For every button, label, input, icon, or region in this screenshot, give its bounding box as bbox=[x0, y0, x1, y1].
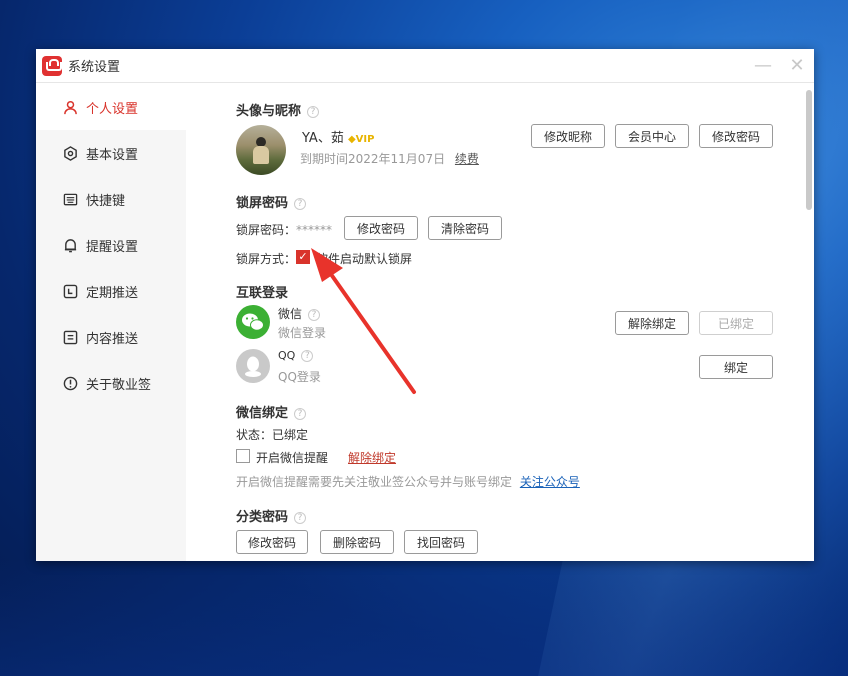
sidebar-item-about[interactable]: 关于敬业签 bbox=[36, 360, 186, 406]
help-icon[interactable]: ? bbox=[307, 105, 320, 118]
sidebar-item-reminders[interactable]: 提醒设置 bbox=[36, 222, 186, 268]
lock-mode-label: 锁屏方式： bbox=[236, 252, 297, 266]
category-delete-password-button[interactable]: 删除密码 bbox=[320, 530, 394, 554]
section-title-lock: 锁屏密码? bbox=[236, 192, 307, 211]
sidebar: 个人设置 基本设置 快捷键 提醒设置 定期推送 内容推送 关于敬业签 bbox=[36, 84, 186, 561]
member-center-button[interactable]: 会员中心 bbox=[615, 124, 689, 148]
lock-password-label: 锁屏密码：****** bbox=[236, 223, 333, 237]
sidebar-item-label: 快捷键 bbox=[86, 193, 126, 209]
help-icon[interactable]: ? bbox=[301, 350, 314, 362]
app-logo-icon bbox=[42, 55, 62, 76]
lock-clear-password-button[interactable]: 清除密码 bbox=[428, 216, 502, 240]
section-title-profile: 头像与昵称? bbox=[236, 100, 320, 119]
document-icon bbox=[62, 329, 78, 345]
bell-icon bbox=[62, 237, 78, 253]
category-change-password-button[interactable]: 修改密码 bbox=[236, 530, 308, 554]
wechat-unbind-button[interactable]: 解除绑定 bbox=[615, 311, 689, 335]
wechat-sub: 微信登录 bbox=[278, 326, 327, 340]
sidebar-item-label: 定期推送 bbox=[86, 285, 139, 301]
keyboard-icon bbox=[62, 191, 78, 207]
sidebar-item-shortcuts[interactable]: 快捷键 bbox=[36, 176, 186, 222]
desktop-bottom-glow bbox=[0, 560, 848, 676]
help-icon[interactable]: ? bbox=[294, 197, 307, 210]
wechat-bound-button[interactable]: 已绑定 bbox=[699, 311, 773, 335]
sidebar-item-label: 个人设置 bbox=[86, 101, 139, 117]
lock-change-password-button[interactable]: 修改密码 bbox=[344, 216, 418, 240]
sidebar-item-scheduled-push[interactable]: 定期推送 bbox=[36, 268, 186, 314]
wechat-bind-status: 状态：已绑定 bbox=[236, 428, 309, 442]
vip-badge: ◆VIP bbox=[347, 134, 375, 145]
sidebar-item-label: 关于敬业签 bbox=[86, 377, 152, 393]
category-recover-password-button[interactable]: 找回密码 bbox=[404, 530, 478, 554]
user-icon bbox=[62, 99, 78, 115]
section-title-linked: 互联登录 bbox=[236, 286, 289, 301]
help-icon[interactable]: ? bbox=[294, 511, 307, 524]
window-title: 系统设置 bbox=[68, 60, 121, 75]
wechat-name: 微信? bbox=[278, 305, 321, 322]
settings-window: 系统设置 — ✕ 个人设置 基本设置 快捷键 提醒设置 定期推送 内容推送 关于… bbox=[36, 49, 814, 561]
lock-password-mask: ****** bbox=[296, 223, 333, 237]
follow-account-link[interactable]: 关注公众号 bbox=[520, 475, 580, 489]
expiry-text: 到期时间2022年11月07日 续费 bbox=[300, 152, 479, 166]
sidebar-item-personal[interactable]: 个人设置 bbox=[36, 84, 186, 130]
help-icon[interactable]: ? bbox=[308, 308, 321, 321]
wechat-icon bbox=[236, 305, 270, 339]
wechat-reminder-checkbox[interactable] bbox=[236, 449, 250, 463]
lock-on-start-checkbox[interactable]: ✓ bbox=[296, 250, 310, 264]
qq-name: QQ? bbox=[278, 349, 314, 362]
qq-icon bbox=[236, 349, 270, 383]
username: YA、茹 ◆VIP bbox=[302, 131, 375, 146]
renew-link[interactable]: 续费 bbox=[455, 152, 479, 166]
sidebar-item-content-push[interactable]: 内容推送 bbox=[36, 314, 186, 360]
qq-bind-button[interactable]: 绑定 bbox=[699, 355, 773, 379]
settings-content: 头像与昵称? YA、茹 ◆VIP 到期时间2022年11月07日 续费 修改昵称… bbox=[186, 84, 814, 561]
section-title-category-password: 分类密码? bbox=[236, 506, 307, 525]
change-password-button[interactable]: 修改密码 bbox=[699, 124, 773, 148]
minimize-button[interactable]: — bbox=[746, 49, 780, 83]
sidebar-item-label: 内容推送 bbox=[86, 331, 139, 347]
sidebar-item-label: 提醒设置 bbox=[86, 239, 139, 255]
section-title-wechat-bind: 微信绑定? bbox=[236, 402, 307, 421]
title-bar: 系统设置 — ✕ bbox=[36, 49, 814, 83]
wechat-reminder-label: 开启微信提醒 bbox=[256, 451, 329, 465]
info-icon bbox=[62, 375, 78, 391]
gear-icon bbox=[62, 145, 78, 161]
sidebar-item-label: 基本设置 bbox=[86, 147, 139, 163]
scrollbar[interactable] bbox=[806, 90, 812, 210]
lock-on-start-label: 软件启动默认锁屏 bbox=[316, 252, 413, 266]
help-icon[interactable]: ? bbox=[294, 407, 307, 420]
calendar-icon bbox=[62, 283, 78, 299]
wechat-hint: 开启微信提醒需要先关注敬业签公众号并与账号绑定 关注公众号 bbox=[236, 475, 580, 489]
sidebar-item-basic[interactable]: 基本设置 bbox=[36, 130, 186, 176]
edit-nickname-button[interactable]: 修改昵称 bbox=[531, 124, 605, 148]
qq-sub: QQ登录 bbox=[278, 370, 321, 384]
wechat-unbind-link[interactable]: 解除绑定 bbox=[348, 449, 396, 466]
close-button[interactable]: ✕ bbox=[780, 49, 814, 83]
avatar[interactable] bbox=[236, 125, 286, 175]
